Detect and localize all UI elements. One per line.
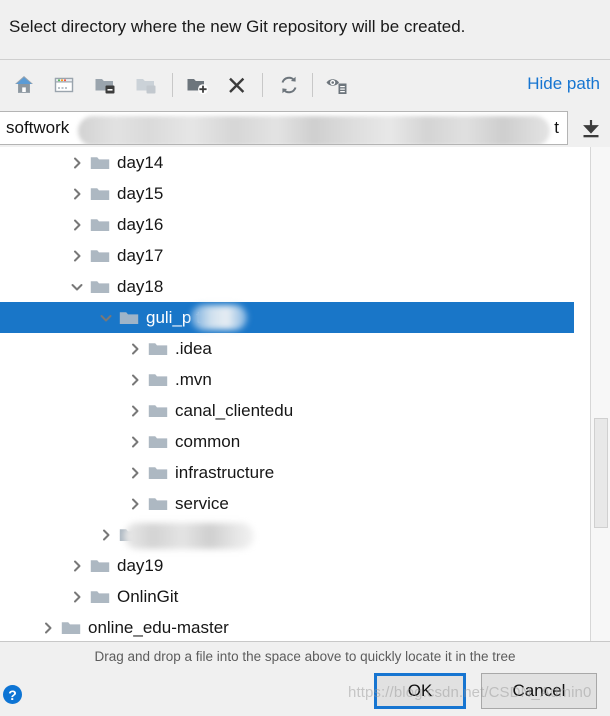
tree-row[interactable]: day17 [0, 240, 574, 271]
tree-row[interactable]: day18 [0, 271, 574, 302]
folder-icon [145, 364, 171, 395]
path-visible-prefix: softwork [6, 118, 70, 137]
redaction-blur [124, 523, 254, 549]
refresh-icon[interactable] [274, 70, 304, 100]
tree-row-label: day15 [117, 183, 164, 203]
tree-row[interactable]: OnlinGit [0, 581, 574, 612]
folder-icon [145, 426, 171, 457]
tree-row[interactable]: service [0, 488, 574, 519]
tree-row-selected[interactable]: guli_p t [0, 302, 574, 333]
chevron-right-icon[interactable] [67, 209, 87, 240]
dialog-header: Select directory where the new Git repos… [0, 0, 610, 60]
tree-row[interactable]: day14 [0, 147, 574, 178]
desktop-icon[interactable] [49, 70, 79, 100]
hide-path-link[interactable]: Hide path [527, 74, 600, 94]
tree-row-label: online_edu-master [88, 617, 229, 637]
directory-tree[interactable]: day14 day15 day16 day17 day18 guli_p t .idea .m… [0, 147, 574, 641]
path-row: softwork t [0, 109, 610, 147]
chevron-right-icon[interactable] [67, 240, 87, 271]
tree-scrollbar-thumb[interactable] [594, 418, 608, 528]
tree-row[interactable] [0, 519, 574, 550]
home-icon[interactable] [9, 70, 39, 100]
folder-icon [116, 302, 142, 333]
chevron-right-icon[interactable] [96, 519, 116, 550]
new-folder-icon[interactable] [182, 70, 212, 100]
tree-row[interactable]: online_edu-master [0, 612, 574, 641]
chevron-right-icon[interactable] [125, 426, 145, 457]
folder-icon [145, 457, 171, 488]
folder-icon [87, 550, 113, 581]
page-title: Select directory where the new Git repos… [9, 17, 466, 36]
tree-row-label: infrastructure [175, 462, 275, 482]
folder-icon [58, 612, 84, 641]
chevron-right-icon[interactable] [125, 488, 145, 519]
folder-icon [145, 488, 171, 519]
toolbar-divider-2 [262, 73, 263, 97]
chevron-right-icon[interactable] [125, 364, 145, 395]
tree-row[interactable]: .idea [0, 333, 574, 364]
help-icon[interactable]: ? [3, 685, 22, 704]
tree-row[interactable]: common [0, 426, 574, 457]
path-redaction-blur [78, 116, 550, 144]
toolbar: Hide path [0, 61, 610, 109]
tree-row[interactable]: day19 [0, 550, 574, 581]
git-create-repo-dialog: Select directory where the new Git repos… [0, 0, 610, 716]
chevron-right-icon[interactable] [67, 550, 87, 581]
toolbar-divider-1 [172, 73, 173, 97]
toolbar-divider-3 [312, 73, 313, 97]
tree-row-label: day19 [117, 555, 164, 575]
tree-row-label: day14 [117, 152, 164, 172]
expand-folder-icon[interactable] [131, 70, 161, 100]
tree-row-label: day16 [117, 214, 164, 234]
folder-icon [87, 178, 113, 209]
delete-icon[interactable] [222, 70, 252, 100]
chevron-right-icon[interactable] [38, 612, 58, 641]
chevron-right-icon[interactable] [67, 581, 87, 612]
ok-button[interactable]: OK [374, 673, 466, 709]
download-icon[interactable] [576, 116, 606, 142]
folder-icon [116, 519, 142, 550]
tree-row-label: .idea [175, 338, 212, 358]
chevron-right-icon[interactable] [67, 178, 87, 209]
folder-icon [87, 271, 113, 302]
chevron-down-icon[interactable] [67, 271, 87, 302]
path-input[interactable]: softwork t [0, 111, 568, 145]
tree-row-label: OnlinGit [117, 586, 179, 606]
chevron-right-icon[interactable] [125, 395, 145, 426]
tree-row-label: common [175, 431, 241, 451]
tree-row[interactable]: infrastructure [0, 457, 574, 488]
tree-row[interactable]: day15 [0, 178, 574, 209]
tree-row[interactable]: canal_clientedu [0, 395, 574, 426]
tree-row-label: canal_clientedu [175, 400, 294, 420]
path-visible-suffix: t [554, 118, 559, 137]
drag-drop-hint: Drag and drop a file into the space abov… [0, 643, 610, 670]
chevron-down-icon[interactable] [96, 302, 116, 333]
folder-icon [145, 395, 171, 426]
directory-tree-panel: day14 day15 day16 day17 day18 guli_p t .idea .m… [0, 147, 610, 642]
tree-row-label: .mvn [175, 369, 212, 389]
show-hidden-icon[interactable] [322, 70, 352, 100]
tree-row-label: day17 [117, 245, 164, 265]
tree-row[interactable]: .mvn [0, 364, 574, 395]
cancel-button[interactable]: Cancel [481, 673, 597, 709]
chevron-right-icon[interactable] [67, 147, 87, 178]
tree-scrollbar-track[interactable] [590, 147, 610, 641]
chevron-right-icon[interactable] [125, 333, 145, 364]
folder-icon [145, 333, 171, 364]
collapse-folder-icon[interactable] [90, 70, 120, 100]
tree-row-label: service [175, 493, 229, 513]
chevron-right-icon[interactable] [125, 457, 145, 488]
folder-icon [87, 581, 113, 612]
tree-row-label: guli_p t [146, 307, 201, 327]
tree-row[interactable]: day16 [0, 209, 574, 240]
tree-row-label: day18 [117, 276, 164, 296]
folder-icon [87, 147, 113, 178]
folder-icon [87, 209, 113, 240]
folder-icon [87, 240, 113, 271]
